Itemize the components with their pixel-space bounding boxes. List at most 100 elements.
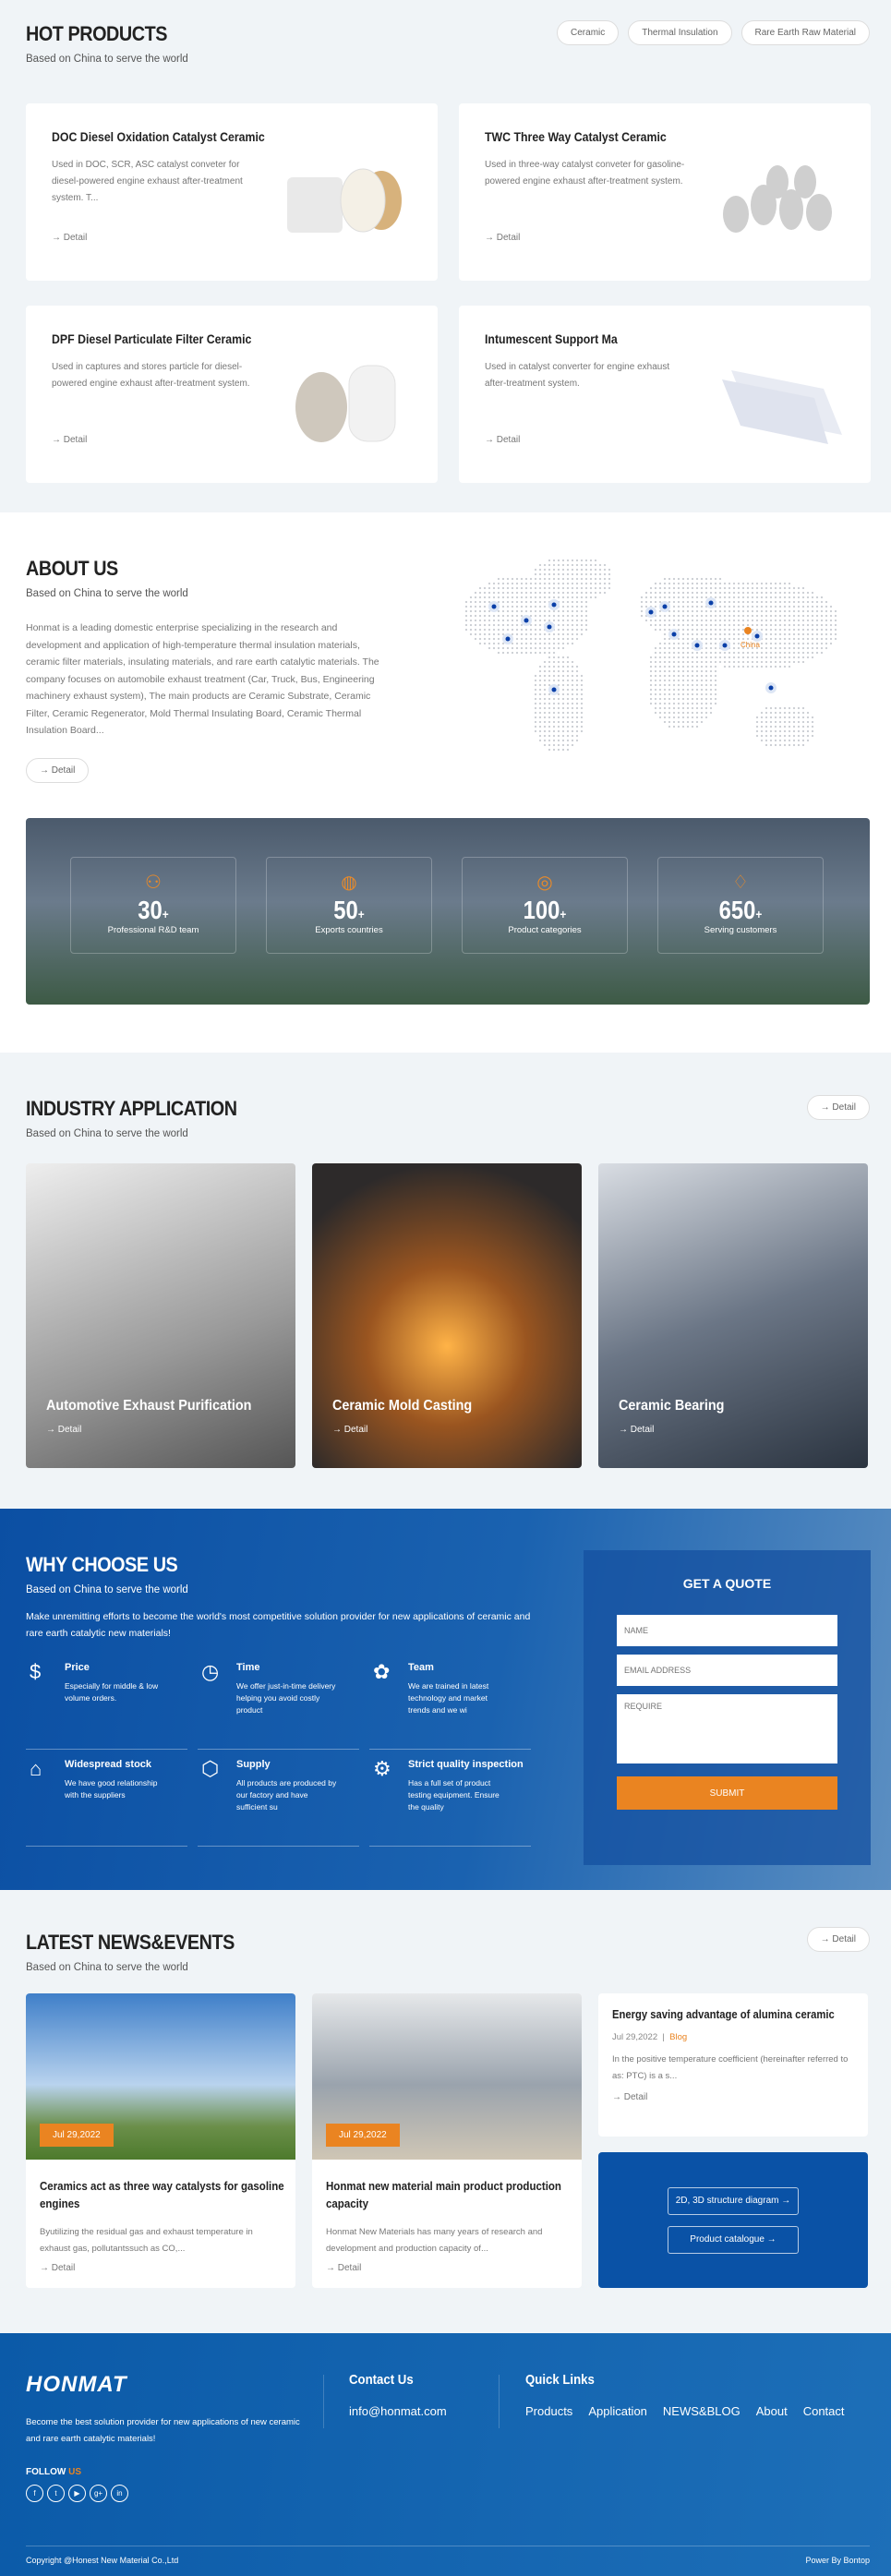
product-desc: Used in three-way catalyst conveter for … xyxy=(485,160,685,187)
follow-text: FOLLOW xyxy=(26,2467,66,2477)
application-card[interactable]: Ceramic Bearing → Detail xyxy=(598,1163,868,1468)
detail-link[interactable]: → Detail xyxy=(332,1425,367,1435)
news-excerpt: Honmat New Materials has many years of r… xyxy=(326,2227,543,2254)
feature-item: ✿ Team We are trained in latest technology… xyxy=(369,1662,531,1750)
stat-item: ◎ 100+ Product categories xyxy=(462,857,628,954)
product-image xyxy=(722,370,842,444)
link-about[interactable]: About xyxy=(756,2404,788,2418)
link-products[interactable]: Products xyxy=(525,2404,572,2418)
industry-section: INDUSTRY APPLICATION Based on China to s… xyxy=(0,1053,891,1509)
name-input[interactable] xyxy=(617,1615,837,1646)
tab-thermal-insulation[interactable]: Thermal Insulation xyxy=(628,20,732,45)
detail-link[interactable]: → Detail xyxy=(46,1425,81,1435)
application-card[interactable]: Ceramic Mold Casting → Detail xyxy=(312,1163,582,1468)
application-title: Ceramic Mold Casting xyxy=(332,1398,473,1414)
feature-text: We are trained in latest technology and … xyxy=(408,1681,489,1715)
facebook-icon[interactable]: f xyxy=(26,2485,43,2502)
world-map: China xyxy=(464,559,837,752)
product-title[interactable]: DPF Diesel Particulate Filter Ceramic xyxy=(52,331,295,346)
structure-diagram-button[interactable]: 2D, 3D structure diagram → xyxy=(668,2186,799,2215)
footer-logo[interactable]: HONMAT xyxy=(26,2372,127,2398)
section-title: LATEST NEWS&EVENTS xyxy=(26,1931,235,1954)
news-card[interactable]: Jul 29,2022 Ceramics act as three way cat… xyxy=(26,1993,295,2288)
separator: | xyxy=(662,2032,665,2042)
inspection-icon: ⚙ xyxy=(373,1757,391,1780)
submit-button[interactable]: SUBMIT xyxy=(617,1776,837,1810)
feature-item: ⚙ Strict quality inspection Has a full set… xyxy=(369,1759,531,1847)
require-textarea[interactable] xyxy=(617,1694,837,1763)
product-desc: Used in catalyst converter for engine ex… xyxy=(485,362,670,389)
google-plus-icon[interactable]: g+ xyxy=(90,2485,107,2502)
link-news-blog[interactable]: NEWS&BLOG xyxy=(663,2404,740,2418)
product-card[interactable]: TWC Three Way Catalyst Ceramic Used in th… xyxy=(459,103,871,281)
quick-links-title: Quick Links xyxy=(525,2372,595,2388)
footer-tagline: Become the best solution provider for ne… xyxy=(26,2417,300,2444)
contact-email[interactable]: info@honmat.com xyxy=(349,2404,447,2418)
product-title[interactable]: DOC Diesel Oxidation Catalyst Ceramic xyxy=(52,129,295,144)
quote-title: GET A QUOTE xyxy=(682,1576,772,1591)
stat-number: 100 xyxy=(523,896,560,924)
about-detail-button[interactable]: → Detail xyxy=(26,758,90,783)
linkedin-icon[interactable]: in xyxy=(111,2485,128,2502)
stat-item: ♢ 650+ Serving customers xyxy=(657,857,824,954)
industry-detail-button[interactable]: → Detail xyxy=(806,1095,870,1120)
detail-link[interactable]: → Detail xyxy=(485,435,520,445)
email-input[interactable] xyxy=(617,1655,837,1686)
product-card[interactable]: DOC Diesel Oxidation Catalyst Ceramic Use… xyxy=(26,103,438,281)
detail-link[interactable]: → Detail xyxy=(40,2263,75,2273)
product-card[interactable]: DPF Diesel Particulate Filter Ceramic Use… xyxy=(26,306,438,483)
detail-link[interactable]: → Detail xyxy=(52,435,87,445)
news-section: LATEST NEWS&EVENTS Based on China to ser… xyxy=(0,1890,891,2333)
divider xyxy=(323,2375,324,2428)
about-section: ABOUT US Based on China to serve the wor… xyxy=(0,512,891,1053)
product-image xyxy=(287,168,402,233)
news-side-card[interactable]: Energy saving advantage of alumina ceram… xyxy=(598,1993,868,2137)
news-title[interactable]: Ceramics act as three way catalysts for … xyxy=(40,2178,286,2213)
product-catalogue-button[interactable]: Product catalogue → xyxy=(668,2225,799,2254)
feature-text: Has a full set of product testing equipm… xyxy=(408,1778,500,1812)
why-intro: Make unremitting efforts to become the w… xyxy=(26,1611,531,1639)
section-subtitle: Based on China to serve the world xyxy=(26,1128,188,1139)
news-detail-button[interactable]: → Detail xyxy=(806,1927,870,1952)
tab-ceramic[interactable]: Ceramic xyxy=(557,20,620,45)
powered-by: Power By Bontop xyxy=(805,2556,870,2565)
stat-number: 650 xyxy=(718,896,756,924)
feature-text: We have good relationship with the suppl… xyxy=(65,1778,158,1800)
stat-label: Exports countries xyxy=(315,925,383,935)
footer-bottom: Copyright @Honest New Material Co.,Ltd Po… xyxy=(26,2546,870,2565)
feature-item: $ Price Especially for middle & low volume… xyxy=(26,1662,187,1750)
news-image: Jul 29,2022 xyxy=(312,1993,582,2160)
contact-column: Contact Us info@honmat.com xyxy=(349,2372,447,2418)
clock-icon: ◷ xyxy=(201,1660,220,1683)
divider xyxy=(499,2375,500,2428)
tag-icon: ◎ xyxy=(536,873,553,893)
detail-link[interactable]: → Detail xyxy=(612,2092,854,2102)
plus: + xyxy=(357,907,365,921)
team-icon: ✿ xyxy=(373,1660,391,1683)
plus: + xyxy=(560,907,567,921)
feature-text: All products are produced by our factory… xyxy=(236,1778,337,1812)
news-title[interactable]: Energy saving advantage of alumina ceram… xyxy=(612,2008,861,2021)
copyright: Copyright @Honest New Material Co.,Ltd xyxy=(26,2556,179,2565)
detail-link[interactable]: → Detail xyxy=(619,1425,654,1435)
link-contact[interactable]: Contact xyxy=(803,2404,845,2418)
stat-number: 50 xyxy=(333,896,358,924)
youtube-icon[interactable]: ▶ xyxy=(68,2485,86,2502)
warehouse-icon: ⌂ xyxy=(30,1757,42,1780)
twitter-icon[interactable]: t xyxy=(47,2485,65,2502)
why-choose-section: WHY CHOOSE US Based on China to serve th… xyxy=(0,1509,891,1890)
detail-link[interactable]: → Detail xyxy=(485,233,520,243)
news-card[interactable]: Jul 29,2022 Honmat new material main prod… xyxy=(312,1993,582,2288)
link-application[interactable]: Application xyxy=(588,2404,647,2418)
product-title[interactable]: Intumescent Support Ma xyxy=(485,331,728,346)
detail-link[interactable]: → Detail xyxy=(52,233,87,243)
quote-form: GET A QUOTE SUBMIT xyxy=(584,1550,871,1865)
news-title[interactable]: Honmat new material main product product… xyxy=(326,2178,572,2213)
product-card[interactable]: Intumescent Support Ma Used in catalyst c… xyxy=(459,306,871,483)
product-title[interactable]: TWC Three Way Catalyst Ceramic xyxy=(485,129,728,144)
application-card[interactable]: Automotive Exhaust Purification → Detail xyxy=(26,1163,295,1468)
news-date: Jul 29,2022 xyxy=(612,2032,658,2042)
news-category[interactable]: Blog xyxy=(669,2032,687,2042)
tab-rare-earth[interactable]: Rare Earth Raw Material xyxy=(740,20,870,45)
detail-link[interactable]: → Detail xyxy=(326,2263,361,2273)
